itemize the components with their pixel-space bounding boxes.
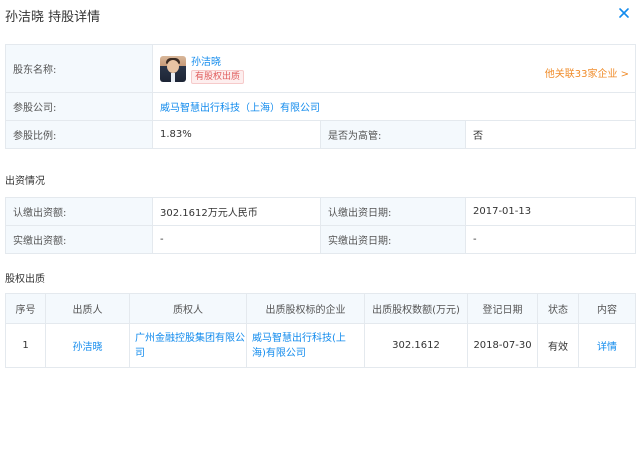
investment-table: 认缴出资额: 302.1612万元人民币 认缴出资日期: 2017-01-13 … — [5, 197, 636, 254]
subscribed-date-label: 认缴出资日期: — [320, 197, 466, 226]
shareholder-name[interactable]: 孙洁晓 — [191, 53, 221, 68]
pledge-amount: 302.1612 — [364, 323, 468, 368]
shareholder-label: 股东名称: — [5, 44, 153, 93]
pledgee-link[interactable]: 广州金融控股集团有限公司 — [135, 333, 245, 359]
paid-label: 实缴出资额: — [5, 225, 153, 254]
pledge-table: 序号 出质人 质权人 出质股权标的企业 出质股权数额(万元) 登记日期 状态 内… — [5, 293, 636, 368]
shareholder-row: 股东名称: 孙洁晓 有股权出质 他关联33家企业 > — [5, 44, 637, 93]
row-no: 1 — [5, 323, 46, 368]
col-header-pledgor: 出质人 — [45, 293, 130, 324]
company-label: 参股公司: — [5, 92, 153, 121]
subscribed-row: 认缴出资额: 302.1612万元人民币 认缴出资日期: 2017-01-13 — [5, 197, 636, 226]
avatar[interactable] — [160, 56, 186, 82]
close-icon[interactable] — [616, 5, 632, 21]
pledge-status-badge: 有股权出质 — [191, 70, 245, 84]
company-row: 参股公司: 威马智慧出行科技（上海）有限公司 — [5, 92, 637, 121]
pledgor-link[interactable]: 孙洁晓 — [73, 342, 103, 353]
col-header-date: 登记日期 — [467, 293, 538, 324]
subscribed-value: 302.1612万元人民币 — [152, 197, 321, 226]
ratio-value: 1.83% — [152, 120, 321, 149]
shareholder-info-table: 股东名称: 孙洁晓 有股权出质 他关联33家企业 > 参股公司: 威马智慧出行科… — [5, 44, 637, 149]
paid-date-value: - — [465, 225, 636, 254]
col-header-status: 状态 — [537, 293, 579, 324]
table-row: 1 孙洁晓 广州金融控股集团有限公司 威马智慧出行科技(上 海)有限公司 302.… — [5, 323, 636, 368]
col-header-target: 出质股权标的企业 — [246, 293, 365, 324]
ratio-row: 参股比例: 1.83% 是否为高管: 否 — [5, 120, 637, 149]
company-link[interactable]: 威马智慧出行科技（上海）有限公司 — [160, 103, 320, 114]
target-company-link[interactable]: 威马智慧出行科技(上 海)有限公司 — [252, 333, 346, 359]
register-date: 2018-07-30 — [467, 323, 538, 368]
col-header-no: 序号 — [5, 293, 46, 324]
col-header-pledgee: 质权人 — [129, 293, 247, 324]
related-companies-link[interactable]: 他关联33家企业 > — [545, 65, 629, 80]
pledge-header-row: 序号 出质人 质权人 出质股权标的企业 出质股权数额(万元) 登记日期 状态 内… — [5, 293, 636, 324]
investment-section-title: 出资情况 — [5, 176, 45, 187]
col-header-content: 内容 — [578, 293, 636, 324]
subscribed-date-value: 2017-01-13 — [465, 197, 636, 226]
dialog-title: 孙洁晓 持股详情 — [5, 10, 101, 25]
pledge-section-title: 股权出质 — [5, 274, 45, 285]
pledge-status: 有效 — [537, 323, 579, 368]
details-link[interactable]: 详情 — [597, 342, 617, 353]
col-header-amount: 出质股权数额(万元) — [364, 293, 468, 324]
dialog-header: 孙洁晓 持股详情 — [0, 0, 640, 30]
paid-value: - — [152, 225, 321, 254]
ratio-label: 参股比例: — [5, 120, 153, 149]
paid-row: 实缴出资额: - 实缴出资日期: - — [5, 225, 636, 254]
executive-value: 否 — [464, 120, 637, 149]
executive-label: 是否为高管: — [320, 120, 466, 149]
paid-date-label: 实缴出资日期: — [320, 225, 466, 254]
subscribed-label: 认缴出资额: — [5, 197, 153, 226]
